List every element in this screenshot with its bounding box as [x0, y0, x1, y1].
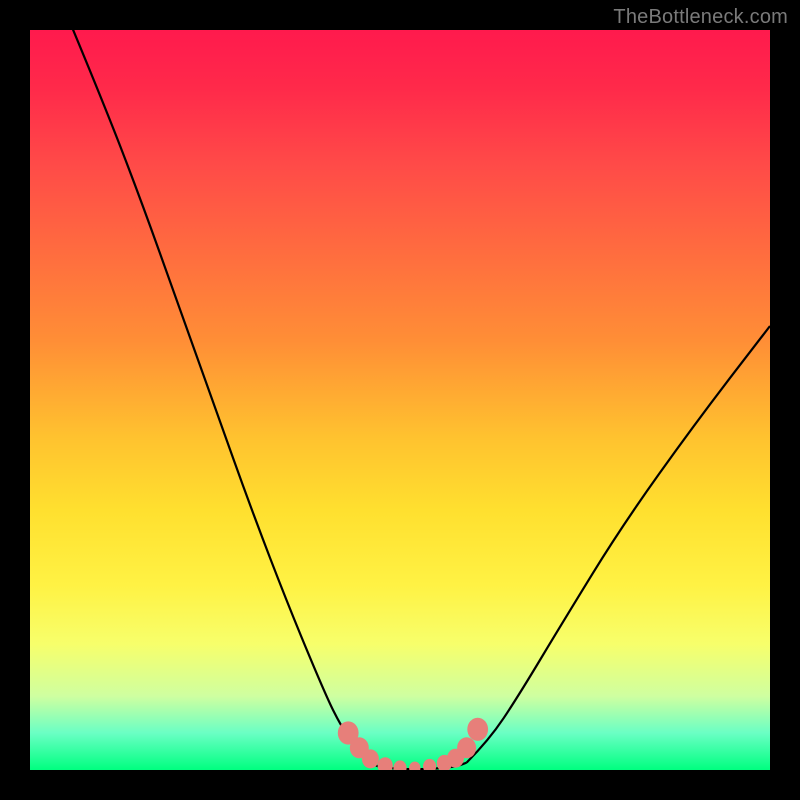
highlight-marker [393, 760, 406, 770]
highlight-marker [362, 749, 379, 768]
watermark-text: TheBottleneck.com [613, 6, 788, 29]
chart-svg [30, 30, 770, 770]
chart-frame: TheBottleneck.com [0, 0, 800, 800]
highlight-marker [457, 737, 476, 758]
highlight-marker [378, 757, 393, 770]
highlight-marker [423, 759, 436, 770]
highlight-marker [409, 762, 420, 771]
right-curve [467, 326, 770, 763]
highlight-marker [467, 718, 488, 741]
left-curve [67, 30, 378, 766]
